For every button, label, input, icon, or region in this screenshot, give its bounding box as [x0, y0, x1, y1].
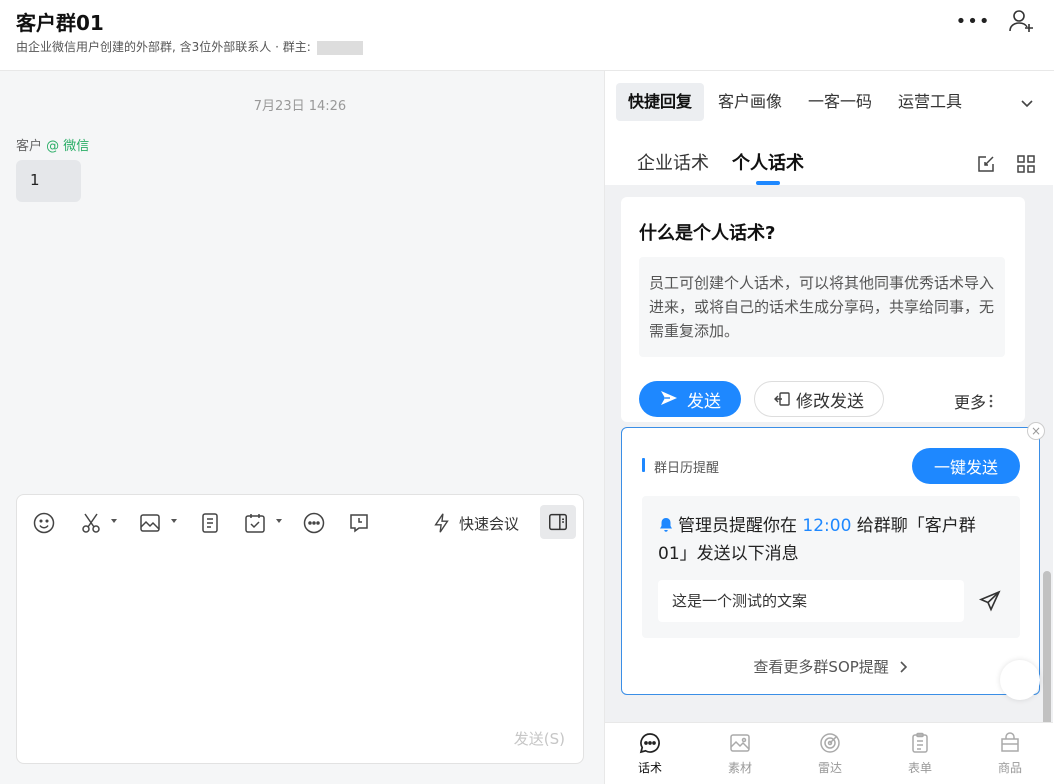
close-reminder-icon[interactable]: × [1027, 422, 1045, 440]
panel-top-tabs: 快捷回复 客户画像 一客一码 运营工具 [605, 71, 1054, 133]
group-calendar-reminder: 群日历提醒 一键发送 管理员提醒你在 12:00 给群聊「客户群01」发送以下消… [621, 427, 1040, 695]
reminder-accent-bar [642, 458, 645, 472]
card-more-label: 更多 [954, 393, 987, 412]
nav-label-materials: 素材 [727, 761, 752, 775]
message-timestamp: 7月23日 14:26 [253, 99, 347, 114]
schedule-icon[interactable] [243, 511, 267, 535]
tab-enterprise-scripts[interactable]: 企业话术 [637, 149, 709, 175]
edit-and-send-label: 修改发送 [796, 391, 864, 412]
quick-meeting-button[interactable]: 快速会议 [431, 509, 519, 537]
sender-name: 客户 [16, 139, 43, 154]
owner-name-masked [316, 40, 363, 55]
edit-and-send-button[interactable]: 修改发送 [754, 381, 884, 417]
tab-operation-tools[interactable]: 运营工具 [886, 83, 974, 121]
script-sub-tabs: 企业话术 个人话术 [605, 133, 1054, 185]
grid-icon[interactable] [1015, 153, 1037, 175]
floating-assistant-button[interactable] [1000, 660, 1040, 700]
message-composer[interactable]: 快速会议 发送(S) [16, 494, 584, 764]
group-description: 由企业微信用户创建的外部群, 含3位外部联系人 · 群主: [16, 40, 315, 54]
one-key-send-button[interactable]: 一键发送 [912, 448, 1020, 484]
reminder-message: 管理员提醒你在 12:00 给群聊「客户群01」发送以下消息 [658, 512, 998, 568]
sender-source: @ 微信 [46, 139, 90, 154]
radar-icon [820, 733, 840, 753]
reminder-copy-text[interactable]: 这是一个测试的文案 [658, 580, 964, 622]
quick-meeting-label: 快速会议 [459, 514, 520, 533]
image-gallery-icon [730, 734, 750, 752]
group-title: 客户群01 [16, 11, 104, 35]
chat-bubble-icon [639, 733, 660, 754]
card-more-button[interactable]: 更多 [954, 389, 996, 413]
bottom-nav: 话术 素材 雷达 表单 商品 [605, 722, 1053, 784]
nav-label-forms: 表单 [907, 761, 932, 775]
reminder-message-box: 管理员提醒你在 12:00 给群聊「客户群01」发送以下消息 这是一个测试的文案 [642, 496, 1020, 638]
nav-item-materials[interactable]: 素材 [710, 731, 770, 776]
nav-label-scripts: 话术 [637, 761, 662, 775]
tab-one-customer-one-code[interactable]: 一客一码 [796, 83, 884, 121]
chat-header: 客户群01 由企业微信用户创建的外部群, 含3位外部联系人 · 群主: ••• [0, 0, 1054, 71]
more-sop-reminders-link[interactable]: 查看更多群SOP提醒 [622, 656, 1039, 678]
nav-label-radar: 雷达 [817, 761, 842, 775]
edit-send-icon [774, 392, 790, 406]
tab-customer-profile[interactable]: 客户画像 [706, 83, 794, 121]
panel-icon [549, 513, 567, 531]
composer-toolbar: 快速会议 [17, 503, 583, 543]
script-card: 什么是个人话术? 员工可创建个人话术，可以将其他同事优秀话术导入进来，或将自己的… [621, 197, 1025, 422]
send-arrow-icon [661, 391, 677, 405]
reminder-msg-prefix: 管理员提醒你在 [678, 516, 803, 536]
group-subtitle: 由企业微信用户创建的外部群, 含3位外部联系人 · 群主: [16, 38, 363, 55]
edit-icon[interactable] [975, 153, 997, 175]
more-tools-icon[interactable] [302, 511, 326, 535]
nav-label-products: 商品 [997, 761, 1022, 775]
add-member-icon[interactable] [1006, 6, 1036, 36]
schedule-dropdown-icon[interactable] [276, 519, 282, 523]
card-description: 员工可创建个人话术，可以将其他同事优秀话术导入进来，或将自己的话术生成分享码，共… [639, 257, 1005, 357]
clipboard-icon [912, 732, 928, 753]
bell-icon [660, 518, 672, 532]
vertical-dots-icon [989, 394, 993, 408]
chat-history-icon[interactable] [347, 511, 371, 535]
card-title: 什么是个人话术? [639, 223, 776, 244]
paper-plane-icon[interactable] [978, 589, 1002, 613]
nav-item-forms[interactable]: 表单 [890, 731, 950, 776]
nav-item-products[interactable]: 商品 [980, 731, 1040, 776]
screenshot-dropdown-icon[interactable] [111, 519, 117, 523]
chevron-right-icon [898, 660, 908, 678]
side-panel-toggle-button[interactable] [540, 505, 576, 539]
image-icon[interactable] [138, 511, 162, 535]
document-icon[interactable] [198, 511, 222, 535]
message-bubble[interactable]: 1 [16, 160, 81, 202]
tab-personal-scripts[interactable]: 个人话术 [732, 149, 804, 175]
tab-quick-reply[interactable]: 快捷回复 [616, 83, 705, 121]
shopping-bag-icon [1001, 732, 1019, 752]
message-sender: 客户 @ 微信 [16, 135, 89, 154]
send-button[interactable]: 发送(S) [514, 728, 565, 749]
screenshot-scissors-icon[interactable] [79, 511, 103, 535]
reminder-title: 群日历提醒 [654, 461, 720, 476]
image-dropdown-icon[interactable] [171, 519, 177, 523]
nav-item-radar[interactable]: 雷达 [800, 731, 860, 776]
more-options-button[interactable]: ••• [956, 6, 990, 36]
send-script-button[interactable]: 发送 [639, 381, 741, 417]
send-script-label: 发送 [687, 391, 721, 412]
nav-item-scripts[interactable]: 话术 [620, 731, 680, 776]
more-sop-label: 查看更多群SOP提醒 [753, 658, 889, 676]
lightning-icon [434, 513, 449, 533]
quick-reply-panel: 快捷回复 客户画像 一客一码 运营工具 企业话术 个人话术 什么是个人话术? 员… [604, 71, 1054, 784]
scrollbar-thumb[interactable] [1043, 571, 1051, 722]
chevron-down-icon[interactable] [1017, 93, 1037, 113]
emoji-icon[interactable] [32, 511, 56, 535]
reminder-time: 12:00 [802, 516, 852, 536]
